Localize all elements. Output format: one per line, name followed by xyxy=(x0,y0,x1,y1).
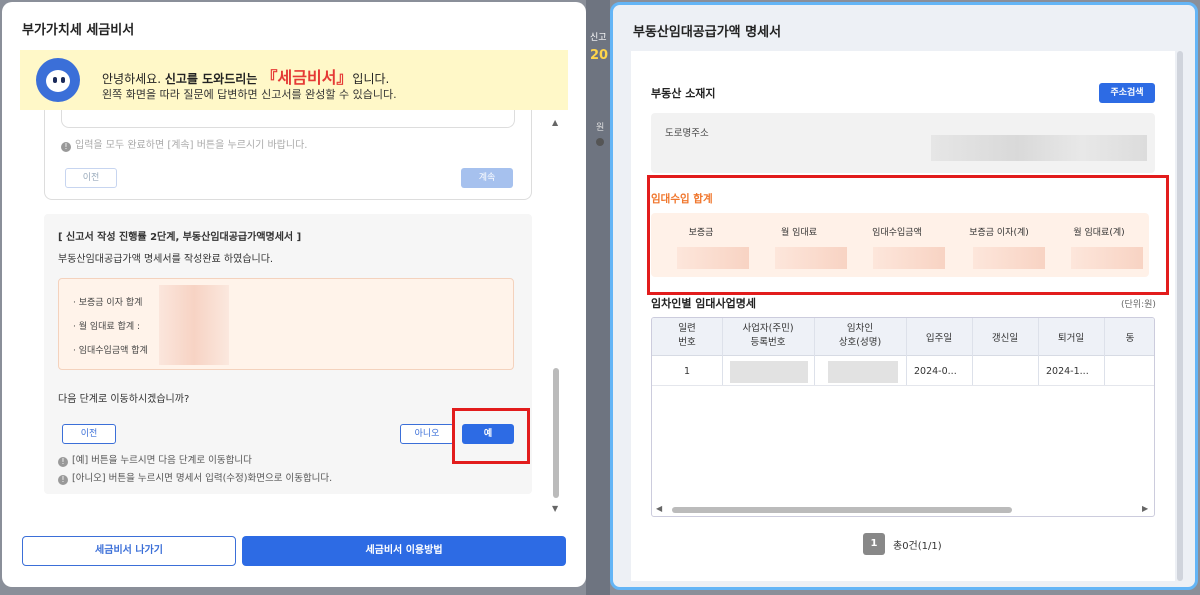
background-text: 원 xyxy=(596,123,605,133)
blurred-registration-number xyxy=(730,361,808,383)
rent-statement-panel: 부동산임대공급가액 명세서 부동산 소재지 주소검색 도로명주소 임대수입 합계… xyxy=(610,2,1198,590)
tax-assistant-panel: 부가가치세 세금비서 안녕하세요. 신고를 도와드리는 『세금비서』입니다. 왼… xyxy=(2,2,586,587)
highlight-box-yes xyxy=(452,408,530,464)
greeting-prefix: 안녕하세요. xyxy=(102,72,165,86)
background-year: 20 xyxy=(590,48,609,63)
background-page: 신고 20 원 xyxy=(586,0,610,595)
road-address-label: 도로명주소 xyxy=(665,128,709,139)
summary-row: · 보증금 이자 합계 xyxy=(73,298,143,308)
statement-card: 부동산 소재지 주소검색 도로명주소 임대수입 합계 보증금 월 임대료 임대수… xyxy=(631,51,1175,581)
column-header: 임차인 상호(성명) xyxy=(838,323,882,348)
no-button[interactable]: 아니오 xyxy=(400,424,454,444)
road-address-value xyxy=(931,135,1147,161)
background-dot xyxy=(596,138,604,146)
scroll-right-icon[interactable]: ▶ xyxy=(1142,504,1148,513)
info-icon: ! xyxy=(58,475,68,485)
previous-button-disabled[interactable]: 이전 xyxy=(65,168,117,188)
blurred-amounts xyxy=(159,285,229,365)
page-total: 총0건(1/1) xyxy=(893,541,942,552)
address-search-button[interactable]: 주소검색 xyxy=(1099,83,1155,103)
move-out-date: 2024-1... xyxy=(1046,366,1089,377)
rent-header: 월 임대료(계) xyxy=(1073,228,1125,238)
scroll-up-icon[interactable]: ▲ xyxy=(552,118,558,127)
stage-title: [ 신고서 작성 진행률 2단계, 부동산임대공급가액명세서 ] xyxy=(58,232,302,243)
scrollbar-thumb[interactable] xyxy=(553,368,559,498)
column-header: 사업자(주민) 등록번호 xyxy=(742,323,794,348)
page-button[interactable]: 1 xyxy=(863,533,885,555)
rent-header: 보증금 이자(계) xyxy=(969,228,1029,238)
column-header: 갱신일 xyxy=(991,333,1019,344)
horizontal-scrollbar[interactable]: ◀ ▶ xyxy=(652,504,1154,516)
summary-box: · 보증금 이자 합계 · 월 임대료 합계 : · 임대수입금액 합계 xyxy=(58,278,514,370)
lessee-table: 일련 번호 사업자(주민) 등록번호 임차인 상호(성명) 입주일 갱신일 퇴거… xyxy=(651,317,1155,517)
row-number: 1 xyxy=(684,366,691,377)
brand-name: 『세금비서』 xyxy=(261,68,353,87)
scrollbar-thumb[interactable] xyxy=(672,507,1012,513)
unit-label: (단위:원) xyxy=(1121,300,1156,310)
vertical-scrollbar[interactable]: ▲ ▼ xyxy=(550,112,562,520)
next-step-question: 다음 단계로 이동하시겠습니까? xyxy=(58,394,190,405)
rent-value xyxy=(1071,247,1143,269)
scrollbar-thumb[interactable] xyxy=(1177,51,1183,581)
greeting-line-2: 왼쪽 화면을 따라 질문에 답변하면 신고서를 완성할 수 있습니다. xyxy=(102,88,397,101)
exit-assistant-button[interactable]: 세금비서 나가기 xyxy=(22,536,236,566)
column-header: 일련 번호 xyxy=(678,323,696,348)
greeting-bold: 신고를 도와드리는 xyxy=(164,72,262,86)
previous-step-card: ! 입력을 모두 완료하면 [계속] 버튼을 누르시기 바랍니다. 이전 계속 xyxy=(44,110,532,200)
column-header: 동 xyxy=(1125,333,1135,344)
continue-hint: ! 입력을 모두 완료하면 [계속] 버튼을 누르시기 바랍니다. xyxy=(61,136,307,152)
rent-header: 임대수입금액 xyxy=(872,228,922,238)
lessee-title: 임차인별 임대사업명세 xyxy=(651,297,757,310)
panel-title: 부동산임대공급가액 명세서 xyxy=(633,25,782,40)
scroll-left-icon[interactable]: ◀ xyxy=(656,504,662,513)
greeting-line-1: 안녕하세요. 신고를 도와드리는 『세금비서』입니다. xyxy=(102,64,389,88)
column-header: 입주일 xyxy=(925,333,953,344)
note-no-text: [아니오] 버튼을 누르시면 명세서 입력(수정)화면으로 이동합니다. xyxy=(72,473,333,484)
info-icon: ! xyxy=(58,457,68,467)
vertical-scrollbar[interactable] xyxy=(1175,51,1185,581)
scroll-down-icon[interactable]: ▼ xyxy=(552,504,558,513)
continue-button-disabled[interactable]: 계속 xyxy=(461,168,513,188)
continue-hint-text: 입력을 모두 완료하면 [계속] 버튼을 누르시기 바랍니다. xyxy=(75,140,308,151)
column-header: 퇴거일 xyxy=(1057,333,1085,344)
blurred-lessee-name xyxy=(828,361,898,383)
rent-value xyxy=(873,247,945,269)
completion-text: 부동산임대공급가액 명세서를 작성완료 하였습니다. xyxy=(58,254,274,265)
table-row[interactable]: 1 2024-0... 2024-1... xyxy=(652,356,1154,386)
previous-input-box xyxy=(61,110,515,128)
greeting-suffix: 입니다. xyxy=(352,72,390,86)
mascot-icon xyxy=(36,58,80,102)
rent-income-title: 임대수입 합계 xyxy=(651,193,713,205)
rent-income-table: 보증금 월 임대료 임대수입금액 보증금 이자(계) 월 임대료(계) xyxy=(651,213,1149,277)
previous-button[interactable]: 이전 xyxy=(62,424,116,444)
rent-value xyxy=(677,247,749,269)
rent-header: 월 임대료 xyxy=(781,228,817,238)
summary-row: · 월 임대료 합계 : xyxy=(73,322,141,332)
location-label: 부동산 소재지 xyxy=(651,87,716,100)
info-icon: ! xyxy=(61,142,71,152)
summary-row: · 임대수입금액 합계 xyxy=(73,346,148,356)
road-address-box: 도로명주소 xyxy=(651,113,1155,173)
panel-title: 부가가치세 세금비서 xyxy=(22,23,135,38)
table-header: 일련 번호 사업자(주민) 등록번호 임차인 상호(성명) 입주일 갱신일 퇴거… xyxy=(652,318,1154,356)
rent-value xyxy=(973,247,1045,269)
note-yes: ! [예] 버튼을 누르시면 다음 단계로 이동합니다 xyxy=(58,452,252,467)
move-in-date: 2024-0... xyxy=(914,366,957,377)
rent-value xyxy=(775,247,847,269)
rent-header: 보증금 xyxy=(688,228,714,238)
howto-button[interactable]: 세금비서 이용방법 xyxy=(242,536,566,566)
note-yes-text: [예] 버튼을 누르시면 다음 단계로 이동합니다 xyxy=(72,455,252,466)
note-no: ! [아니오] 버튼을 누르시면 명세서 입력(수정)화면으로 이동합니다. xyxy=(58,470,332,485)
greeting-banner: 안녕하세요. 신고를 도와드리는 『세금비서』입니다. 왼쪽 화면을 따라 질문… xyxy=(20,50,568,110)
background-label: 신고 xyxy=(590,33,607,43)
